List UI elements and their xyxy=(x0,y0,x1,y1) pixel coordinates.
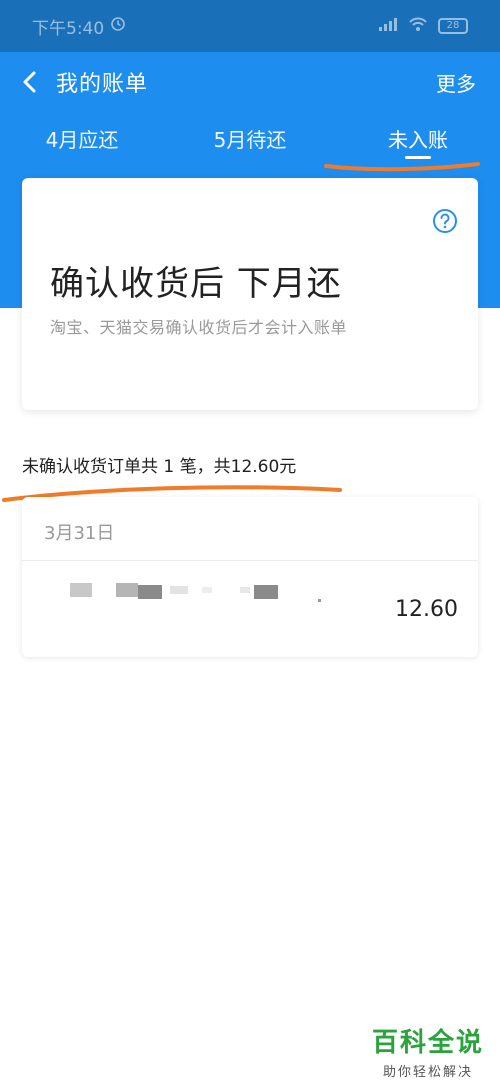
more-button[interactable]: 更多 xyxy=(436,68,476,97)
watermark-subtitle: 助你轻松解决 xyxy=(382,1065,473,1080)
battery-icon: 28 xyxy=(438,18,468,34)
divider xyxy=(22,560,478,561)
blurred-order-name xyxy=(70,583,321,602)
order-summary: 未确认收货订单共 1 笔，共12.60元 xyxy=(22,457,297,477)
tab-may-pending[interactable]: 5月待还 xyxy=(190,124,310,153)
signal-icon xyxy=(378,16,398,37)
back-arrow-icon[interactable] xyxy=(16,66,46,98)
tab-april-due[interactable]: 4月应还 xyxy=(22,124,142,153)
orange-annotation-stroke xyxy=(324,162,480,172)
status-time: 下午5:40 xyxy=(32,18,105,39)
order-amount: 12.60 xyxy=(395,597,458,622)
order-date: 3月31日 xyxy=(44,523,115,544)
status-bar: 下午5:40 28 xyxy=(0,0,500,52)
order-card[interactable]: 3月31日 12.60 xyxy=(22,497,478,657)
page-title: 我的账单 xyxy=(56,72,149,97)
clock-icon xyxy=(110,16,126,37)
info-card: 确认收货后 下月还 淘宝、天猫交易确认收货后才会计入账单 xyxy=(22,178,478,410)
info-card-subtitle: 淘宝、天猫交易确认收货后才会计入账单 xyxy=(50,318,348,337)
status-time-group: 下午5:40 xyxy=(32,14,126,39)
info-card-title: 确认收货后 下月还 xyxy=(50,264,342,304)
help-question-icon[interactable] xyxy=(432,208,458,234)
tab-unposted[interactable]: 未入账 xyxy=(358,124,478,153)
watermark-logo: 百科全说 助你轻松解决 xyxy=(372,1022,484,1080)
wifi-icon xyxy=(408,16,428,37)
status-indicators: 28 xyxy=(378,16,468,37)
watermark-title: 百科全说 xyxy=(371,1028,484,1058)
nav-bar: 我的账单 更多 xyxy=(0,52,500,112)
